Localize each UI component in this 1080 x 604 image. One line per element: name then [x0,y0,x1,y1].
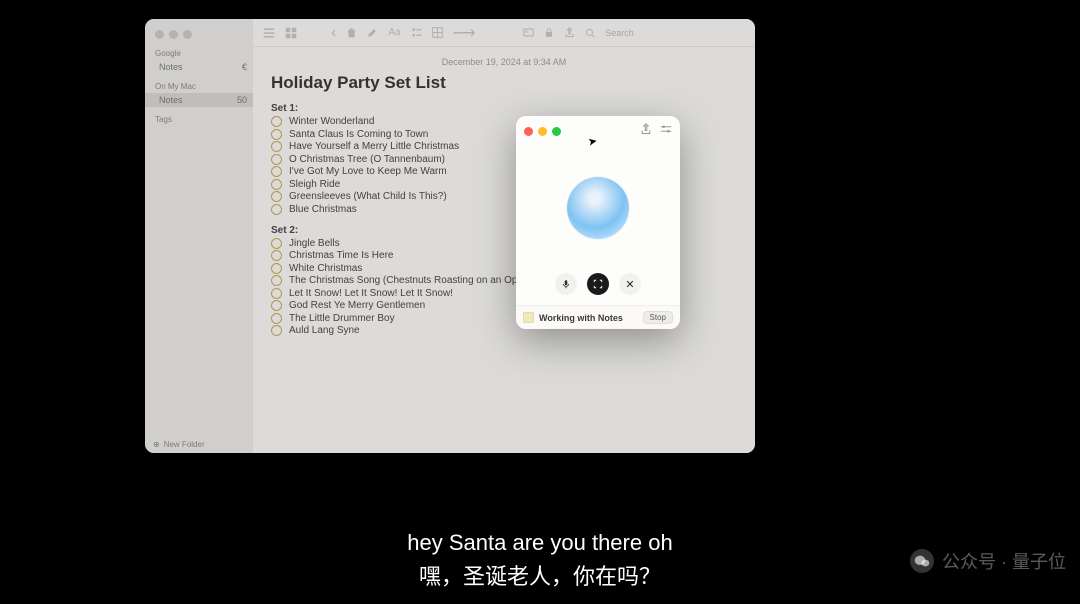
share-icon[interactable] [564,27,575,38]
checkbox-icon[interactable] [271,166,282,177]
checklist-item-text: The Little Drummer Boy [289,313,395,324]
sidebar-item-badge: € [242,62,247,72]
checkbox-icon[interactable] [271,129,282,140]
notes-sidebar: Google Notes € On My Mac Notes 50 Tags ⊕… [145,19,253,453]
minimize-window-icon[interactable] [169,30,178,39]
lock-icon[interactable] [544,27,554,38]
capture-button[interactable] [587,273,609,295]
checkbox-icon[interactable] [271,288,282,299]
checklist-item-text: Jingle Bells [289,238,340,249]
checklist-item-text: White Christmas [289,263,362,274]
compose-icon[interactable] [367,27,378,38]
checkbox-icon[interactable] [271,154,282,165]
font-icon[interactable]: Aa [388,27,400,38]
checklist-item-text: Sleigh Ride [289,179,340,190]
close-icon: ✕ [625,278,634,291]
checklist-item-text: Have Yourself a Merry Little Christmas [289,141,459,152]
microphone-icon [561,279,571,289]
search-icon[interactable] [585,28,595,38]
minimize-window-icon[interactable] [538,127,547,136]
cursor-icon: ➤ [587,134,598,148]
microphone-button[interactable] [555,273,577,295]
window-traffic-lights[interactable] [145,24,253,47]
trash-icon[interactable] [346,27,357,38]
checklist-item-text: O Christmas Tree (O Tannenbaum) [289,154,445,165]
cancel-button[interactable]: ✕ [619,273,641,295]
assistant-controls: ✕ [516,269,680,305]
maximize-window-icon[interactable] [183,30,192,39]
set1-label: Set 1: [271,103,737,114]
sidebar-section-tags: Tags [145,113,253,126]
sidebar-item-local-notes[interactable]: Notes 50 [145,93,253,107]
assistant-visual [516,146,680,269]
checklist-item-text: Auld Lang Syne [289,325,360,336]
sidebar-item-label: Notes [159,62,183,72]
media-icon[interactable] [523,27,534,38]
assistant-window: ✕ Working with Notes Stop [516,116,680,329]
notes-app-icon [523,312,534,323]
checkbox-icon[interactable] [271,250,282,261]
maximize-window-icon[interactable] [552,127,561,136]
plus-circle-icon: ⊕ [153,440,160,449]
share-icon[interactable] [640,122,652,140]
checkbox-icon[interactable] [271,141,282,152]
assistant-status-bar: Working with Notes Stop [516,305,680,329]
new-folder-button[interactable]: ⊕ New Folder [153,440,205,449]
capture-icon [593,279,603,289]
stop-button[interactable]: Stop [643,311,673,324]
settings-icon[interactable] [660,122,672,140]
new-folder-label: New Folder [164,440,205,449]
sidebar-section-google: Google [145,47,253,60]
search-placeholder[interactable]: Search [605,28,634,38]
table-icon[interactable] [432,27,443,38]
checkbox-icon[interactable] [271,204,282,215]
checklist-icon[interactable] [411,27,422,38]
wechat-icon [910,549,934,573]
checklist-item-text: God Rest Ye Merry Gentlemen [289,300,425,311]
sidebar-section-onmymac: On My Mac [145,80,253,93]
checklist-item-text: Christmas Time Is Here [289,250,393,261]
voice-orb-icon [567,177,629,239]
checkbox-icon[interactable] [271,116,282,127]
sidebar-item-google-notes[interactable]: Notes € [145,60,253,74]
checklist-item-text: Let It Snow! Let It Snow! Let It Snow! [289,288,453,299]
checkbox-icon[interactable] [271,325,282,336]
checklist-item-text: Greensleeves (What Child Is This?) [289,191,447,202]
link-icon[interactable]: ⟶ [453,23,476,43]
checklist-item-text: Winter Wonderland [289,116,374,127]
watermark: 公众号 · 量子位 [910,548,1066,574]
sidebar-item-label: Notes [159,95,183,105]
sidebar-item-badge: 50 [237,95,247,105]
list-view-icon[interactable] [263,27,275,39]
checkbox-icon[interactable] [271,263,282,274]
checkbox-icon[interactable] [271,238,282,249]
status-text: Working with Notes [539,313,623,323]
assistant-titlebar [516,116,680,146]
checklist-item-text: Santa Claus Is Coming to Town [289,129,428,140]
grid-view-icon[interactable] [285,27,297,39]
checkbox-icon[interactable] [271,179,282,190]
checkbox-icon[interactable] [271,300,282,311]
checkbox-icon[interactable] [271,191,282,202]
checklist-item-text: Blue Christmas [289,204,357,215]
checklist-item-text: The Christmas Song (Chestnuts Roasting o… [289,275,523,286]
back-icon[interactable]: ‹ [331,24,336,42]
checklist-item-text: I've Got My Love to Keep Me Warm [289,166,447,177]
assistant-traffic-lights[interactable] [524,127,561,136]
watermark-text: 公众号 · 量子位 [942,548,1066,574]
close-window-icon[interactable] [524,127,533,136]
checkbox-icon[interactable] [271,275,282,286]
note-date: December 19, 2024 at 9:34 AM [271,57,737,67]
close-window-icon[interactable] [155,30,164,39]
checkbox-icon[interactable] [271,313,282,324]
note-title: Holiday Party Set List [271,73,737,93]
notes-toolbar: ‹ Aa ⟶ Search [253,19,755,47]
